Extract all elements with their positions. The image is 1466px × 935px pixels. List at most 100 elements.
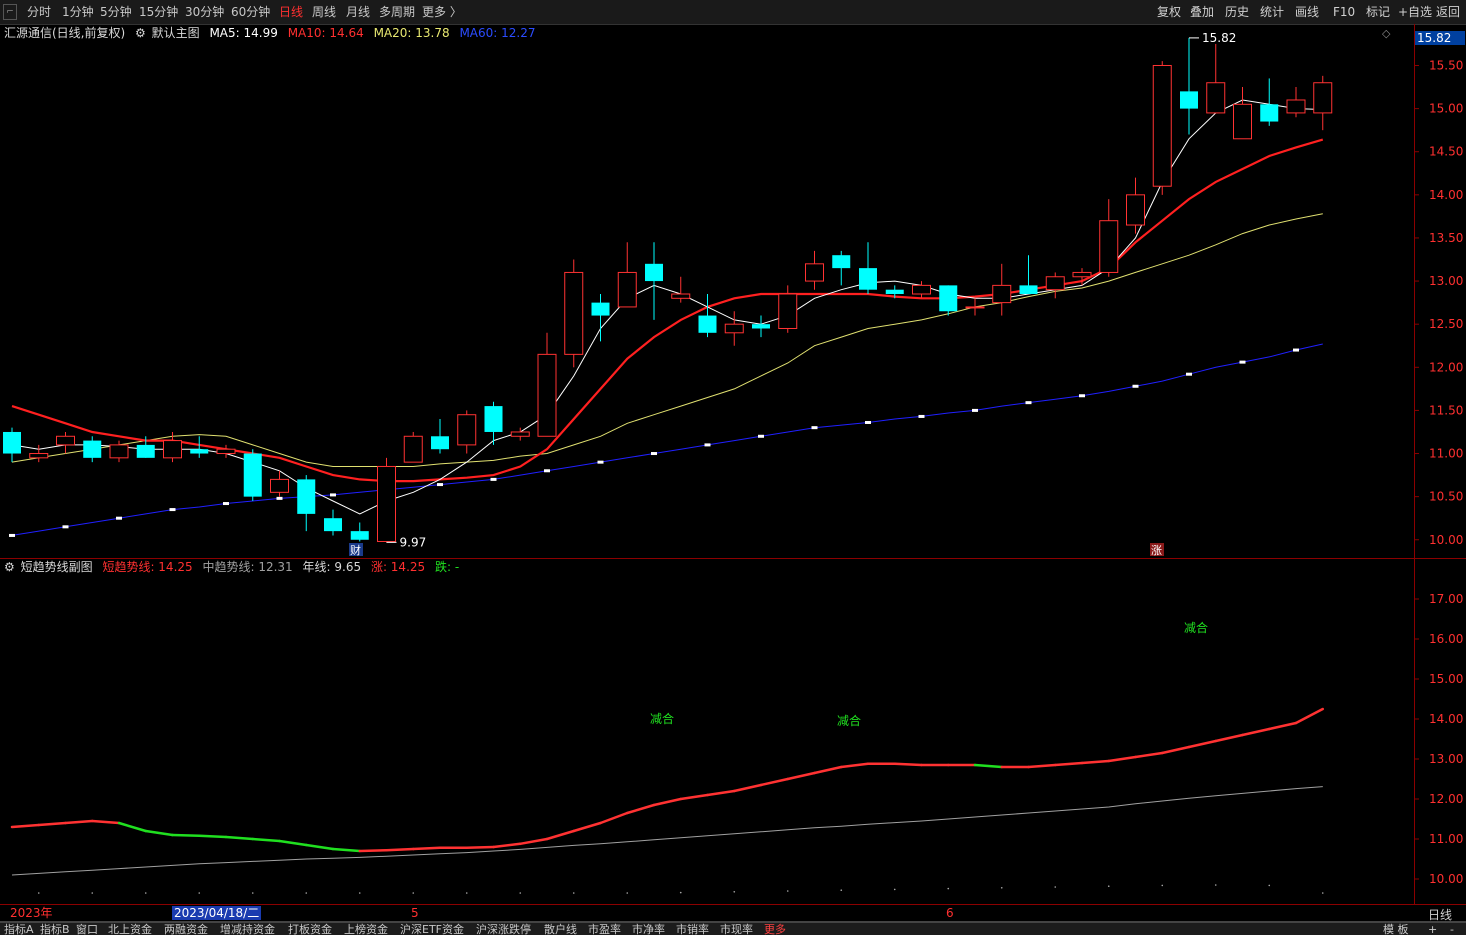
tab-window[interactable]: 窗口 [76, 923, 98, 935]
kline-chart[interactable]: 15.50 15.00 14.50 14.00 13.50 13.00 12.50 12.00… [0, 0, 1466, 934]
candle-body [859, 268, 877, 290]
candle-body [457, 414, 477, 446]
year-line-dot [519, 892, 522, 894]
candle-body [698, 315, 717, 333]
candle [163, 431, 182, 463]
template-button[interactable]: 模 板 [1383, 923, 1409, 935]
year-line-dot [572, 892, 575, 894]
template-name[interactable]: 默认主图 [152, 26, 200, 40]
year-line-dot [465, 892, 468, 894]
ma60-marker [1186, 372, 1192, 376]
year-line-dot [37, 892, 40, 894]
tab-ps[interactable]: 市销率 [676, 923, 709, 935]
price-tick-label: 13.50 [1429, 231, 1463, 245]
gear-icon[interactable]: ⚙ [0, 560, 15, 574]
diamond-icon[interactable]: ◇ [1382, 27, 1390, 40]
short-trend-segment [572, 821, 602, 833]
short-trend-segment [465, 845, 495, 850]
candle [912, 281, 931, 299]
price-tick-label: 14.00 [1429, 188, 1463, 202]
tab-margin[interactable]: 两融资金 [164, 923, 208, 935]
ma60-marker [597, 460, 604, 464]
candle-body [1072, 271, 1092, 278]
candle [1019, 255, 1038, 294]
tab-index-a[interactable]: 指标A [4, 923, 34, 935]
tab-retail-line[interactable]: 散户线 [544, 923, 577, 935]
ma20-value: MA20: 13.78 [373, 26, 450, 40]
tab-pb[interactable]: 市净率 [632, 923, 665, 935]
candle-body [190, 449, 209, 454]
up-value: 涨: 14.25 [370, 560, 426, 574]
ma60-marker [1025, 401, 1032, 405]
candle-body [83, 440, 102, 458]
short-trend-segment [117, 821, 147, 833]
year-line-dot [305, 892, 308, 894]
sub-tick-label: 17.00 [1429, 592, 1463, 606]
candle [1260, 78, 1279, 126]
year-line-dot [144, 892, 147, 894]
year-line-dot [1054, 886, 1057, 888]
gear-icon[interactable]: ⚙ [135, 26, 146, 40]
ma60-marker [1079, 394, 1085, 398]
tab-more[interactable]: 更多 [764, 923, 786, 935]
candle-body [243, 453, 262, 497]
date-cursor: 2023/04/18/二 [172, 906, 262, 920]
minus-button[interactable]: - [1450, 923, 1454, 935]
ma5-value: MA5: 14.99 [209, 26, 278, 40]
ma60-marker [169, 508, 176, 512]
short-trend-segment [224, 835, 254, 841]
price-tick-label: 15.00 [1429, 102, 1463, 116]
candle [1180, 37, 1198, 135]
candle [671, 276, 691, 303]
tab-northbound[interactable]: 北上资金 [108, 923, 152, 935]
candle-body [1099, 220, 1119, 273]
ma60-marker [918, 414, 925, 418]
price-tick-label: 10.00 [1429, 533, 1463, 547]
candle-body [805, 263, 824, 282]
year-line-dot [1268, 884, 1271, 887]
tab-dragon-list[interactable]: 上榜资金 [344, 923, 388, 935]
tab-index-b[interactable]: 指标B [40, 923, 70, 935]
ma60-marker [758, 434, 764, 438]
candle-body [724, 323, 744, 334]
price-tick-label: 11.00 [1429, 447, 1463, 461]
candle [859, 242, 877, 294]
price-tick-label: 15.50 [1429, 58, 1463, 72]
candle-body [431, 436, 449, 450]
plus-button[interactable]: + [1428, 923, 1437, 935]
candle [564, 259, 584, 368]
candle [1233, 87, 1252, 140]
sub-tick-label: 10.00 [1429, 872, 1463, 886]
sub-title[interactable]: 短趋势线副图 [21, 560, 93, 574]
candle-body [832, 255, 851, 269]
candle [190, 436, 209, 458]
candle [1313, 75, 1333, 131]
limit-up-event-label: 涨 [1151, 544, 1162, 557]
candle [1286, 87, 1306, 118]
candle [939, 285, 958, 316]
candle [752, 315, 770, 338]
down-value: 跌: - [434, 560, 460, 574]
ma60-marker [116, 516, 122, 520]
ma60-marker [544, 469, 550, 473]
candle-body [1180, 91, 1198, 109]
candle [324, 509, 342, 536]
candle-body [136, 444, 155, 458]
mid-trend-line [11, 786, 1323, 876]
candle-body [1233, 103, 1252, 140]
tab-limit-board[interactable]: 打板资金 [288, 923, 332, 935]
candle-body [510, 431, 530, 437]
short-trend-segment [786, 771, 816, 781]
candle [403, 431, 423, 463]
short-trend-segment [973, 763, 1003, 769]
tab-pe[interactable]: 市盈率 [588, 923, 621, 935]
tab-limit-stats[interactable]: 沪深涨跌停 [476, 923, 531, 935]
tab-etf-funds[interactable]: 沪深ETF资金 [400, 923, 464, 935]
tab-holdings-change[interactable]: 增减持资金 [220, 923, 275, 935]
short-trend-segment [10, 823, 40, 829]
year-line-dot [358, 892, 361, 894]
tab-pcf[interactable]: 市现率 [720, 923, 753, 935]
price-tick-label: 12.00 [1429, 360, 1463, 374]
price-tick-label: 11.50 [1429, 403, 1463, 417]
candle-body [297, 479, 316, 514]
